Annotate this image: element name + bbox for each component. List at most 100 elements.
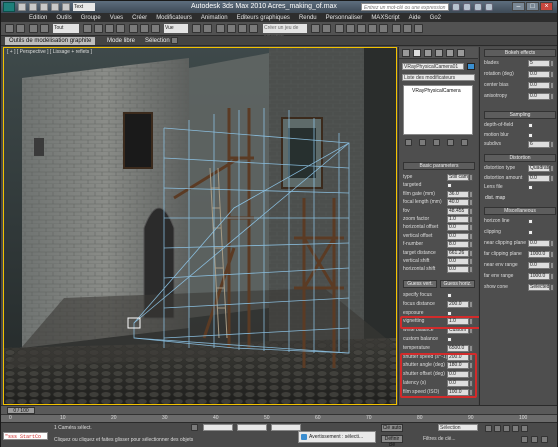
menu-maxscript[interactable]: MAXScript bbox=[371, 15, 399, 21]
misc-checkbox[interactable] bbox=[528, 219, 533, 224]
show-end-result-icon[interactable] bbox=[419, 139, 426, 146]
distortion-value-field[interactable]: Quadratic bbox=[528, 165, 552, 172]
material-editor-icon[interactable] bbox=[379, 24, 388, 33]
next-frame-icon[interactable] bbox=[512, 425, 519, 432]
menu-animation[interactable]: Animation bbox=[201, 15, 228, 21]
configure-sets-icon[interactable] bbox=[461, 139, 468, 146]
minimize-button[interactable]: – bbox=[512, 2, 525, 11]
param-spinner[interactable] bbox=[469, 258, 473, 265]
menu-creer[interactable]: Créer bbox=[132, 15, 147, 21]
viewport-label[interactable]: [ + ] [ Perspective ] [ Lissage + reflet… bbox=[7, 49, 92, 55]
app-logo-icon[interactable] bbox=[3, 2, 15, 12]
sampling-value-field[interactable]: 6 bbox=[528, 141, 550, 148]
menu-groupe[interactable]: Groupe bbox=[81, 15, 101, 21]
select-by-name-icon[interactable] bbox=[94, 24, 103, 33]
misc-value-field[interactable]: 1000.0 bbox=[528, 273, 550, 280]
snap-icon[interactable] bbox=[216, 24, 225, 33]
track-bar[interactable]: 0 10 20 30 40 50 60 70 80 90 100 bbox=[1, 414, 557, 422]
y-coordinate-field[interactable] bbox=[237, 424, 267, 431]
star-icon[interactable] bbox=[463, 3, 471, 11]
param-spinner[interactable] bbox=[469, 207, 473, 215]
menu-vues[interactable]: Vues bbox=[110, 15, 123, 21]
render-teapot-icon[interactable] bbox=[414, 24, 423, 33]
named-selection-set-input[interactable]: Créer un jeu de sélection bbox=[263, 24, 307, 40]
utilities-tab-icon[interactable] bbox=[457, 49, 465, 57]
sampling-checkbox[interactable] bbox=[528, 123, 533, 128]
param-value-field[interactable]: 8.0 bbox=[447, 241, 469, 249]
param-value-field[interactable]: 0.0 bbox=[447, 224, 469, 232]
z-coordinate-field[interactable] bbox=[271, 424, 301, 431]
menu-modificateurs[interactable]: Modificateurs bbox=[156, 15, 192, 21]
miscellaneous-rollout[interactable]: Miscellaneous bbox=[484, 207, 556, 215]
pivot-icon[interactable] bbox=[192, 24, 201, 33]
sampling-rollout[interactable]: Sampling bbox=[484, 111, 556, 119]
param-value-field[interactable]: 661.26 bbox=[447, 249, 469, 257]
bokeh-value-field[interactable]: 5 bbox=[528, 60, 550, 67]
bokeh-rollout[interactable]: Bokeh effects bbox=[484, 49, 556, 57]
param-value-field[interactable]: Still cam bbox=[447, 174, 469, 181]
guess-vert-button[interactable]: Guess vert. bbox=[403, 280, 437, 288]
object-name-field[interactable]: VRayPhysicalCamera01 bbox=[402, 63, 464, 70]
modifier-stack[interactable]: VRayPhysicalCamera bbox=[403, 85, 473, 135]
selection-dropdown[interactable]: Sélection bbox=[438, 424, 478, 431]
param-spinner[interactable] bbox=[469, 300, 473, 308]
misc-checkbox[interactable] bbox=[528, 230, 533, 235]
distortion-checkbox[interactable] bbox=[528, 185, 533, 190]
param-spinner[interactable] bbox=[469, 174, 473, 181]
close-button[interactable]: × bbox=[540, 2, 553, 11]
distortion-rollout[interactable]: Distortion bbox=[484, 154, 556, 162]
pan-icon[interactable] bbox=[531, 436, 538, 443]
param-value-field[interactable]: 200.0 bbox=[447, 300, 469, 308]
lock-selection-icon[interactable] bbox=[191, 424, 198, 431]
time-slider-bar[interactable]: 0 / 100 bbox=[1, 405, 557, 414]
goto-end-icon[interactable] bbox=[521, 425, 528, 432]
display-tab-icon[interactable] bbox=[446, 49, 454, 57]
misc-value-field[interactable]: 0.0 bbox=[528, 240, 550, 247]
param-checkbox[interactable] bbox=[447, 183, 452, 189]
motion-tab-icon[interactable] bbox=[435, 49, 443, 57]
rendered-frame-icon[interactable] bbox=[403, 24, 412, 33]
object-color-swatch[interactable] bbox=[467, 63, 475, 70]
sampling-spinner[interactable] bbox=[550, 141, 554, 148]
menu-editeurs-graphiques[interactable]: Editeurs graphiques bbox=[237, 15, 290, 21]
unlink-icon[interactable] bbox=[40, 24, 49, 33]
menu-personnaliser[interactable]: Personnaliser bbox=[326, 15, 363, 21]
modify-tab-icon[interactable] bbox=[413, 49, 421, 57]
pin-stack-icon[interactable] bbox=[405, 139, 412, 146]
param-checkbox[interactable] bbox=[447, 293, 452, 298]
redo-icon[interactable] bbox=[62, 3, 70, 11]
param-spinner[interactable] bbox=[469, 232, 473, 240]
menu-edition[interactable]: Edition bbox=[29, 15, 47, 21]
percent-snap-icon[interactable] bbox=[238, 24, 247, 33]
param-value-field[interactable]: 0.0 bbox=[447, 258, 469, 265]
align-icon[interactable] bbox=[322, 24, 331, 33]
curve-editor-icon[interactable] bbox=[357, 24, 366, 33]
param-spinner[interactable] bbox=[469, 241, 473, 249]
maxscript-listener[interactable]: "sss StartCo bbox=[3, 432, 48, 440]
orbit-icon[interactable] bbox=[541, 436, 548, 443]
misc-spinner[interactable] bbox=[550, 284, 554, 291]
mirror-icon[interactable] bbox=[311, 24, 320, 33]
misc-spinner[interactable] bbox=[550, 262, 554, 269]
param-value-field[interactable]: 0.0 bbox=[447, 266, 469, 274]
distortion-value-field[interactable]: 0.0 bbox=[528, 174, 550, 182]
param-spinner[interactable] bbox=[469, 199, 473, 207]
warning-notification[interactable]: Avertissement : sélecti... bbox=[298, 431, 376, 443]
param-value-field[interactable]: 6500.0 bbox=[447, 344, 469, 352]
modifier-stack-item[interactable]: VRayPhysicalCamera bbox=[412, 88, 461, 94]
rotate-icon[interactable] bbox=[140, 24, 149, 33]
distortion-spinner[interactable] bbox=[550, 174, 554, 182]
info-icon[interactable] bbox=[485, 3, 493, 11]
remove-modifier-icon[interactable] bbox=[447, 139, 454, 146]
scale-icon[interactable] bbox=[151, 24, 160, 33]
new-file-icon[interactable] bbox=[18, 3, 26, 11]
bokeh-spinner[interactable] bbox=[550, 82, 554, 89]
param-value-field[interactable]: 40.0 bbox=[447, 199, 469, 207]
modifier-list-dropdown[interactable]: Liste des modificateurs bbox=[402, 74, 475, 81]
spinner-snap-icon[interactable] bbox=[249, 24, 258, 33]
play-icon[interactable] bbox=[503, 425, 510, 432]
param-spinner[interactable] bbox=[469, 216, 473, 223]
hierarchy-tab-icon[interactable] bbox=[424, 49, 432, 57]
reference-coord-dropdown[interactable]: Vue bbox=[164, 24, 188, 33]
make-unique-icon[interactable] bbox=[433, 139, 440, 146]
